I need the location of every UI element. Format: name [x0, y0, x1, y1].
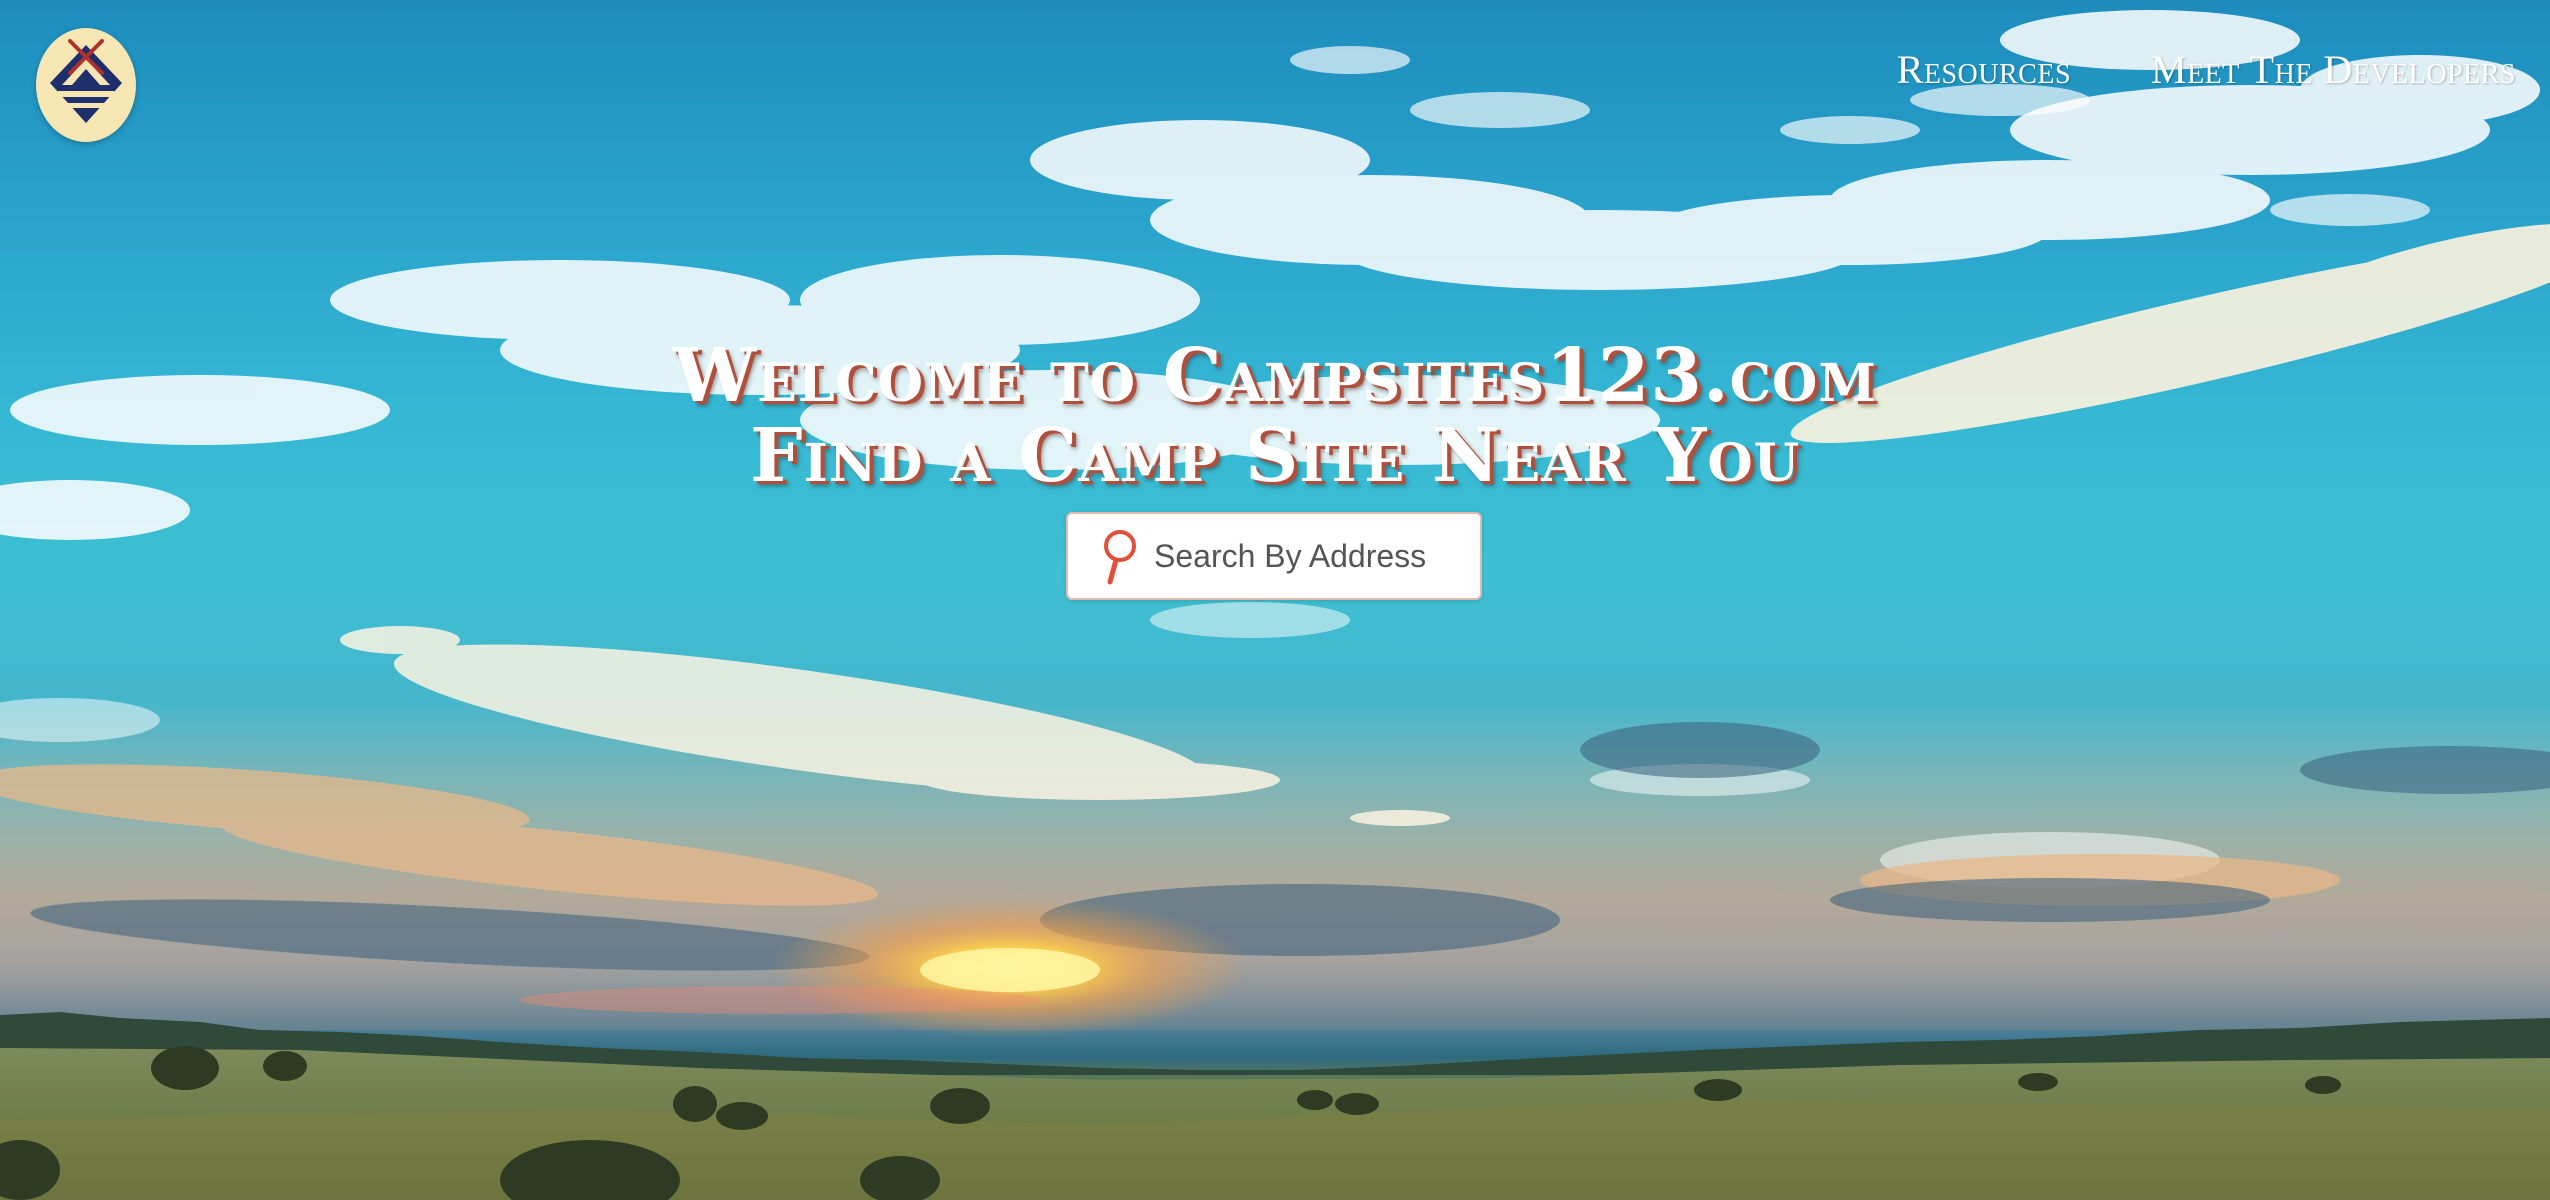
search-icon	[1104, 530, 1136, 585]
nav-link-meet-the-developers[interactable]: Meet The Developers	[2151, 46, 2516, 93]
hero-title: Welcome to Campsites123.com	[673, 333, 1877, 419]
nav-link-resources[interactable]: Resources	[1897, 46, 2071, 93]
hero-subtitle: Find a Camp Site Near You	[750, 413, 1800, 499]
background-landscape-image	[0, 10, 2550, 1200]
search-input[interactable]	[1152, 536, 1476, 576]
landing-page: Resources Meet The Developers Welcome to…	[0, 0, 2550, 1200]
hero-heading: Welcome to Campsites123.com Find a Camp …	[0, 336, 2550, 496]
tent-diamond-logo-icon	[50, 39, 122, 123]
top-navigation: Resources Meet The Developers	[1897, 46, 2516, 93]
address-search-box[interactable]	[1066, 512, 1482, 600]
home-logo-link[interactable]	[36, 28, 136, 142]
